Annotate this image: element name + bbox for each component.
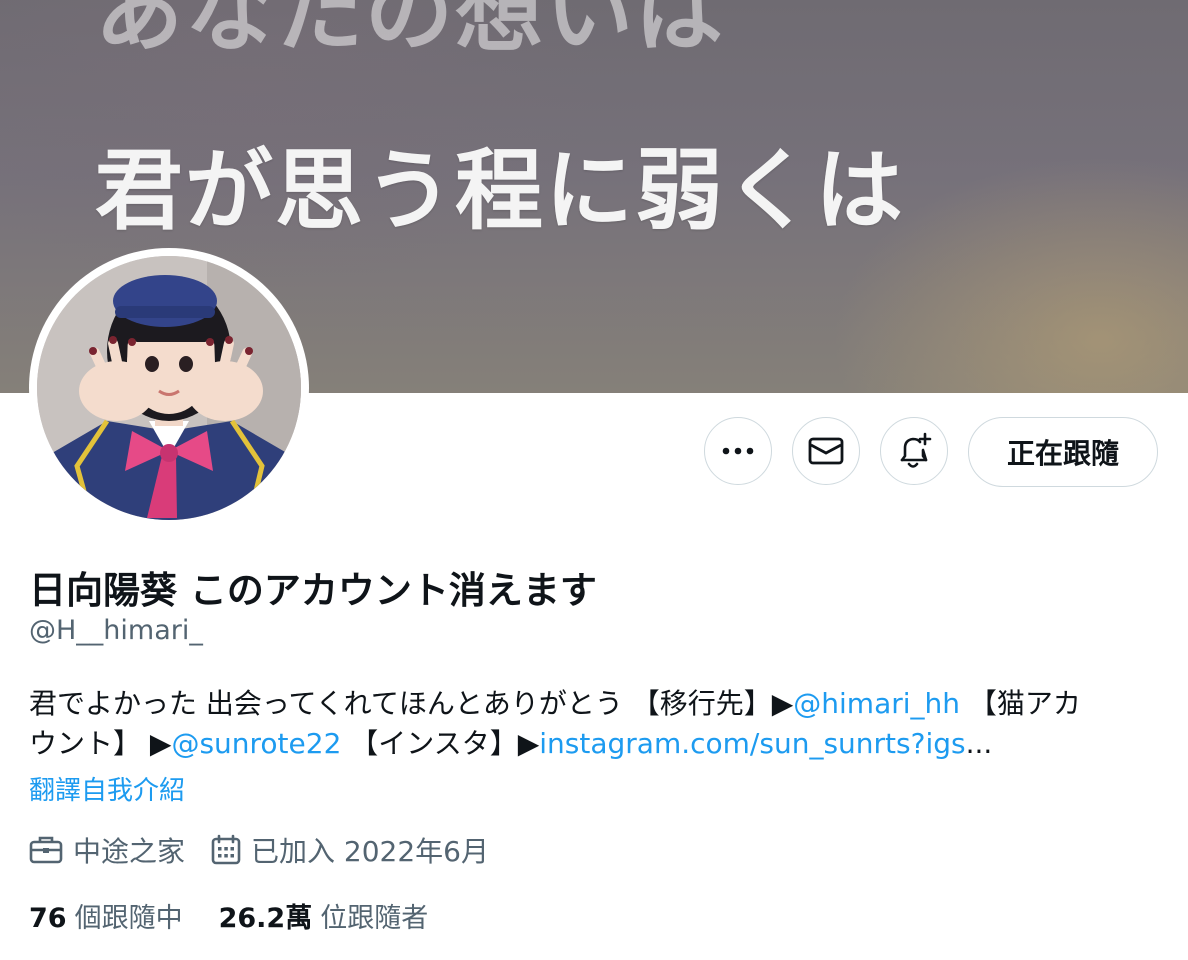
bio: 君でよかった 出会ってくれてほんとありがとう 【移行先】▶@himari_hh … <box>29 684 1169 764</box>
profile-meta: 中途之家 已加入 2022年6月 <box>29 830 515 870</box>
category-item: 中途之家 <box>29 830 185 870</box>
banner-ghost-text: あなたの想いは <box>95 0 726 64</box>
briefcase-icon <box>29 836 63 864</box>
bio-line-2: ウント】 ▶@sunrote22 【インスタ】▶instagram.com/su… <box>29 724 1169 764</box>
following-label: 個跟隨中 <box>74 902 183 934</box>
mention-link-sunrote22[interactable]: @sunrote22 <box>171 727 341 760</box>
bio-text: 【インスタ】▶ <box>341 727 540 760</box>
followers-stat[interactable]: 26.2萬 位跟隨者 <box>219 896 429 935</box>
following-stat[interactable]: 76 個跟隨中 <box>29 896 183 935</box>
following-button[interactable]: 正在跟隨 <box>968 417 1158 487</box>
bio-text: 【猫アカ <box>960 687 1081 720</box>
bio-text: 君でよかった 出会ってくれてほんとありがとう 【移行先】▶ <box>29 687 794 720</box>
calendar-icon <box>211 834 241 865</box>
category-label: 中途之家 <box>73 835 186 868</box>
bio-ellipsis: ... <box>965 727 993 760</box>
avatar[interactable] <box>29 248 309 528</box>
bio-text: ウント】 ▶ <box>29 727 172 760</box>
mail-icon <box>808 437 844 465</box>
followers-label: 位跟隨者 <box>320 902 429 934</box>
instagram-link[interactable]: instagram.com/sun_sunrts?igs <box>539 727 965 760</box>
avatar-photo <box>37 256 301 520</box>
banner-headline: 君が思う程に弱くは <box>95 139 906 242</box>
translate-bio-link[interactable]: 翻譯自我介紹 <box>29 770 185 807</box>
joined-date: 已加入 2022年6月 <box>251 835 489 868</box>
avatar-illustration <box>37 256 301 520</box>
mention-link-himari-hh[interactable]: @himari_hh <box>793 687 960 720</box>
notify-button[interactable] <box>880 417 948 485</box>
bio-line-1: 君でよかった 出会ってくれてほんとありがとう 【移行先】▶@himari_hh … <box>29 684 1169 724</box>
more-button[interactable] <box>704 417 772 485</box>
display-name: 日向陽葵 このアカウント消えます <box>29 569 597 612</box>
follow-stats: 76 個跟隨中 26.2萬 位跟隨者 <box>29 895 464 935</box>
bell-plus-icon <box>900 432 932 468</box>
more-horizontal-icon <box>722 447 754 455</box>
joined-item: 已加入 2022年6月 <box>211 830 489 870</box>
user-handle: @H__himari_ <box>29 615 203 646</box>
message-button[interactable] <box>792 417 860 485</box>
followers-count: 26.2萬 <box>218 902 313 934</box>
following-count: 76 <box>29 902 67 934</box>
profile-page: あなたの想いは 君が思う程に弱くは 正在跟隨 日向陽葵 このアカウント消えます … <box>0 0 1188 960</box>
